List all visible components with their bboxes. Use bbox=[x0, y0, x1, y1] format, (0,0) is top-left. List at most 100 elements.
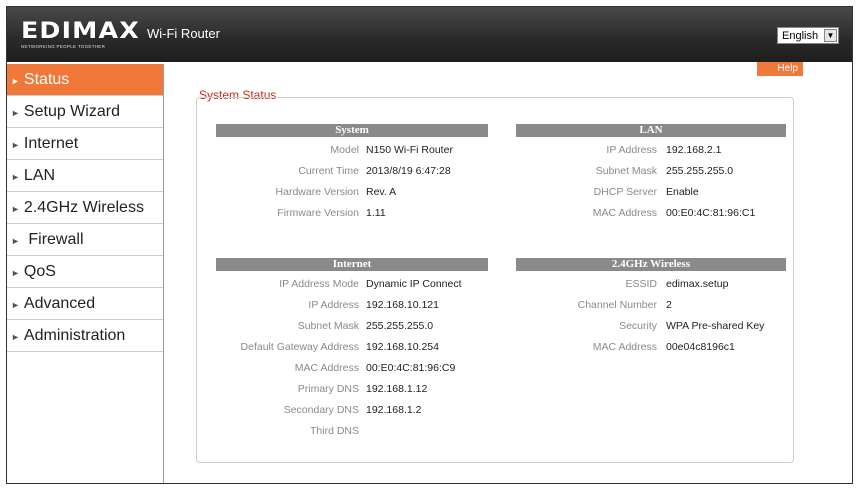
row-value: 00e04c8196c1 bbox=[666, 341, 735, 353]
status-row: Model N150 Wi-Fi Router bbox=[216, 143, 488, 157]
status-row: Current Time 2013/8/19 6:47:28 bbox=[216, 164, 488, 178]
status-row: MAC Address 00:E0:4C:81:96:C1 bbox=[516, 206, 786, 220]
status-row: Subnet Mask 255.255.255.0 bbox=[216, 319, 488, 333]
status-row: IP Address Mode Dynamic IP Connect bbox=[216, 277, 488, 291]
row-label: Model bbox=[330, 144, 359, 156]
row-value: 00:E0:4C:81:96:C9 bbox=[366, 362, 456, 374]
sidebar-nav: ► Status ► Setup Wizard ► Internet ► LAN ► 2.… bbox=[7, 64, 164, 483]
row-label: Third DNS bbox=[309, 425, 359, 437]
row-label: DHCP Server bbox=[593, 186, 657, 198]
status-row: Subnet Mask 255.255.255.0 bbox=[516, 164, 786, 178]
sidebar-item-label: 2.4GHz Wireless bbox=[23, 199, 144, 216]
language-select[interactable]: English ▼ bbox=[777, 27, 839, 44]
language-selected-value: English bbox=[782, 30, 819, 42]
status-row: IP Address 192.168.2.1 bbox=[516, 143, 786, 157]
bullet-icon: ► bbox=[11, 332, 20, 342]
status-row: Secondary DNS 192.168.1.2 bbox=[216, 403, 488, 417]
row-value: edimax.setup bbox=[666, 278, 729, 290]
row-label: IP Address bbox=[606, 144, 657, 156]
logo-tagline: NETWORKING PEOPLE TOGETHER bbox=[21, 44, 106, 49]
row-label: MAC Address bbox=[592, 341, 657, 353]
row-value: Dynamic IP Connect bbox=[366, 278, 462, 290]
row-value: 2013/8/19 6:47:28 bbox=[366, 165, 451, 177]
status-row: ESSID edimax.setup bbox=[516, 277, 786, 291]
bullet-icon: ► bbox=[11, 108, 20, 118]
row-label: Subnet Mask bbox=[297, 320, 359, 332]
sidebar-item-label: Internet bbox=[23, 135, 79, 152]
row-label: Subnet Mask bbox=[595, 165, 657, 177]
status-row: DHCP Server Enable bbox=[516, 185, 786, 199]
row-label: Current Time bbox=[298, 165, 359, 177]
row-value: 192.168.10.121 bbox=[366, 299, 439, 311]
row-value: 1.11 bbox=[366, 207, 386, 219]
sidebar-item-wireless[interactable]: ► 2.4GHz Wireless bbox=[7, 192, 163, 224]
row-label: Channel Number bbox=[577, 299, 657, 311]
sidebar-item-advanced[interactable]: ► Advanced bbox=[7, 288, 163, 320]
bullet-icon: ► bbox=[11, 300, 20, 310]
row-label: Default Gateway Address bbox=[240, 341, 359, 353]
bullet-icon: ► bbox=[11, 236, 20, 246]
row-value: 192.168.1.2 bbox=[366, 404, 422, 416]
sidebar-item-firewall[interactable]: ► Firewall bbox=[7, 224, 163, 256]
row-label: IP Address Mode bbox=[279, 278, 359, 290]
row-value: 2 bbox=[666, 299, 672, 311]
row-label: Security bbox=[619, 320, 657, 332]
row-value: Rev. A bbox=[366, 186, 397, 198]
bullet-icon: ► bbox=[11, 268, 20, 278]
sidebar-item-qos[interactable]: ► QoS bbox=[7, 256, 163, 288]
status-row: Hardware Version Rev. A bbox=[216, 185, 488, 199]
sidebar-item-label: QoS bbox=[23, 263, 56, 280]
section-header-wireless: 2.4GHz Wireless bbox=[516, 258, 786, 271]
row-value: 192.168.1.12 bbox=[366, 383, 428, 395]
bullet-icon: ► bbox=[11, 204, 20, 214]
row-label: ESSID bbox=[625, 278, 657, 290]
sidebar-item-setup-wizard[interactable]: ► Setup Wizard bbox=[7, 96, 163, 128]
row-value: 192.168.10.254 bbox=[366, 341, 439, 353]
chevron-down-icon[interactable]: ▼ bbox=[824, 29, 837, 42]
status-row: MAC Address 00:E0:4C:81:96:C9 bbox=[216, 361, 488, 375]
bullet-icon: ► bbox=[11, 76, 20, 86]
sidebar-item-label: Administration bbox=[23, 327, 126, 344]
status-row: MAC Address 00e04c8196c1 bbox=[516, 340, 786, 354]
sidebar-item-label: LAN bbox=[23, 167, 56, 184]
bullet-icon: ► bbox=[11, 140, 20, 150]
status-row: Default Gateway Address 192.168.10.254 bbox=[216, 340, 488, 354]
status-row: IP Address 192.168.10.121 bbox=[216, 298, 488, 312]
section-header-internet: Internet bbox=[216, 258, 488, 271]
row-value: N150 Wi-Fi Router bbox=[366, 144, 453, 156]
sidebar-item-administration[interactable]: ► Administration bbox=[7, 320, 163, 352]
product-name: Wi-Fi Router bbox=[147, 26, 220, 41]
row-value: 255.255.255.0 bbox=[366, 320, 434, 332]
section-header-system: System bbox=[216, 124, 488, 137]
sidebar-item-label: Firewall bbox=[28, 231, 84, 248]
row-value: 00:E0:4C:81:96:C1 bbox=[666, 207, 756, 219]
edimax-logo: EDIMAX NETWORKING PEOPLE TOGETHER bbox=[21, 21, 139, 50]
row-value: 192.168.2.1 bbox=[666, 144, 722, 156]
section-header-lan: LAN bbox=[516, 124, 786, 137]
row-label: Firmware Version bbox=[277, 207, 359, 219]
sidebar-item-internet[interactable]: ► Internet bbox=[7, 128, 163, 160]
row-label: Hardware Version bbox=[275, 186, 359, 198]
status-row: Primary DNS 192.168.1.12 bbox=[216, 382, 488, 396]
sidebar-item-label: Advanced bbox=[23, 295, 96, 312]
sidebar-item-label: Setup Wizard bbox=[23, 103, 120, 120]
row-value: WPA Pre-shared Key bbox=[666, 320, 765, 332]
sidebar-item-lan[interactable]: ► LAN bbox=[7, 160, 163, 192]
row-label: Primary DNS bbox=[297, 383, 359, 395]
header-bar: EDIMAX NETWORKING PEOPLE TOGETHER Wi-Fi … bbox=[7, 7, 852, 62]
bullet-icon: ► bbox=[11, 172, 20, 182]
sidebar-item-label: Status bbox=[23, 71, 70, 88]
status-row: Security WPA Pre-shared Key bbox=[516, 319, 786, 333]
sidebar-item-status[interactable]: ► Status bbox=[7, 64, 163, 96]
status-row: Third DNS bbox=[216, 424, 488, 438]
row-label: MAC Address bbox=[592, 207, 657, 219]
row-value: Enable bbox=[666, 186, 699, 198]
status-row: Channel Number 2 bbox=[516, 298, 786, 312]
row-label: MAC Address bbox=[294, 362, 359, 374]
logo-wordmark: EDIMAX bbox=[21, 19, 140, 44]
row-value: 255.255.255.0 bbox=[666, 165, 734, 177]
help-button[interactable]: Help bbox=[757, 62, 803, 76]
row-label: Secondary DNS bbox=[283, 404, 359, 416]
status-row: Firmware Version 1.11 bbox=[216, 206, 488, 220]
row-label: IP Address bbox=[308, 299, 359, 311]
